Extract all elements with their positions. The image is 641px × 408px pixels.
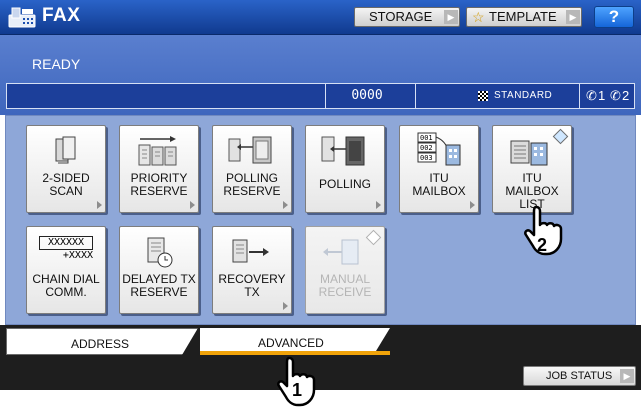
diamond-icon: [552, 128, 569, 145]
function-label: MANUAL RECEIVE: [318, 272, 372, 299]
tab-advanced-label: ADVANCED: [258, 336, 324, 350]
resolution-label: STANDARD: [494, 90, 553, 101]
fax-machine-icon: [8, 7, 36, 28]
tab-advanced[interactable]: ADVANCED: [200, 328, 390, 355]
resolution-icon: [478, 91, 488, 101]
priority-reserve-icon: [138, 136, 177, 166]
itu-mailbox-list-button[interactable]: ITU MAILBOX LIST: [492, 125, 572, 213]
polling-icon: [321, 136, 365, 166]
itu-mailbox-list-icon: [510, 140, 548, 166]
svg-text:002: 002: [420, 144, 433, 152]
chevron-right-icon: [376, 201, 381, 209]
chevron-right-icon: [283, 201, 288, 209]
callout-step-1: 1: [292, 380, 302, 400]
chevron-right-icon: [97, 201, 102, 209]
two-sided-scan-button[interactable]: 2-SIDED SCAN: [26, 125, 106, 213]
manual-receive-button[interactable]: MANUAL RECEIVE: [305, 226, 385, 314]
original-counter: 0000: [325, 84, 408, 108]
chevron-right-icon: [470, 201, 475, 209]
chevron-right-icon: ▶: [620, 369, 634, 383]
storage-button[interactable]: STORAGE ▶: [354, 7, 460, 27]
status-area: READY 0000 STANDARD ✆ 1 ✆ 2: [0, 35, 641, 115]
function-label: PRIORITY RESERVE: [130, 171, 188, 198]
svg-text:003: 003: [420, 154, 433, 162]
chevron-right-icon: [283, 302, 288, 310]
svg-text:001: 001: [420, 134, 433, 142]
fax-screen: FAX STORAGE ▶ ☆ TEMPLATE ▶ ? READY 0000 …: [0, 0, 641, 390]
tab-address-label: ADDRESS: [71, 337, 130, 351]
chain-dial-icon: XXXXXX +XXXX: [39, 236, 93, 262]
tab-row: ADDRESS ADVANCED: [0, 328, 641, 355]
line1-label: 1: [598, 88, 606, 103]
template-label: TEMPLATE: [489, 9, 557, 24]
itu-mailbox-icon: 001 002 003: [417, 132, 461, 166]
status-message: READY: [32, 56, 81, 72]
chevron-right-icon: [190, 201, 195, 209]
function-label: POLLING RESERVE: [223, 171, 281, 198]
function-label: CHAIN DIAL COMM.: [32, 272, 100, 299]
diamond-icon: [365, 229, 382, 246]
info-bar: 0000 STANDARD ✆ 1 ✆ 2: [6, 83, 635, 109]
chevron-right-icon: ▶: [566, 10, 580, 24]
callout-step-2: 2: [537, 235, 547, 255]
function-label: ITU MAILBOX: [412, 171, 466, 198]
delayed-tx-icon: [147, 237, 173, 268]
chain-dial-icon-number: XXXXXX: [39, 236, 93, 250]
itu-mailbox-button[interactable]: 001 002 003 ITU MAILBOX: [399, 125, 479, 213]
two-sided-scan-icon: [55, 136, 76, 164]
function-label: POLLING: [318, 177, 372, 191]
help-button[interactable]: ?: [594, 6, 634, 28]
recovery-tx-button[interactable]: RECOVERY TX: [212, 226, 292, 314]
delayed-tx-reserve-button[interactable]: DELAYED TX RESERVE: [119, 226, 199, 314]
manual-receive-icon: [323, 239, 359, 265]
resolution-indicator: STANDARD: [415, 84, 580, 108]
function-label: DELAYED TX RESERVE: [122, 272, 196, 299]
polling-button[interactable]: POLLING: [305, 125, 385, 213]
recovery-tx-icon: [232, 239, 269, 263]
line-indicator: ✆ 1 ✆ 2: [579, 84, 636, 108]
polling-reserve-icon: [228, 136, 272, 164]
chain-dial-comm-button[interactable]: XXXXXX +XXXX CHAIN DIAL COMM.: [26, 226, 106, 314]
phone-line-icon: ✆: [586, 88, 597, 103]
app-title: FAX: [42, 5, 81, 26]
pointing-hand-icon: 1: [277, 356, 316, 407]
priority-reserve-button[interactable]: PRIORITY RESERVE: [119, 125, 199, 213]
line2-label: 2: [622, 88, 630, 103]
pointing-hand-icon: 2: [524, 205, 563, 256]
tab-address[interactable]: ADDRESS: [6, 328, 198, 355]
function-label: RECOVERY TX: [218, 272, 286, 299]
title-bar: FAX STORAGE ▶ ☆ TEMPLATE ▶ ?: [0, 0, 641, 35]
job-status-button[interactable]: JOB STATUS ▶: [523, 366, 636, 386]
template-button[interactable]: ☆ TEMPLATE ▶: [466, 7, 582, 27]
phone-line-icon: ✆: [610, 88, 621, 103]
function-label: 2-SIDED SCAN: [42, 171, 90, 198]
chain-dial-icon-suffix: +XXXX: [62, 250, 93, 261]
polling-reserve-button[interactable]: POLLING RESERVE: [212, 125, 292, 213]
storage-label: STORAGE: [369, 9, 433, 24]
star-icon: ☆: [472, 9, 485, 25]
job-status-label: JOB STATUS: [546, 370, 613, 382]
chevron-right-icon: ▶: [444, 10, 458, 24]
